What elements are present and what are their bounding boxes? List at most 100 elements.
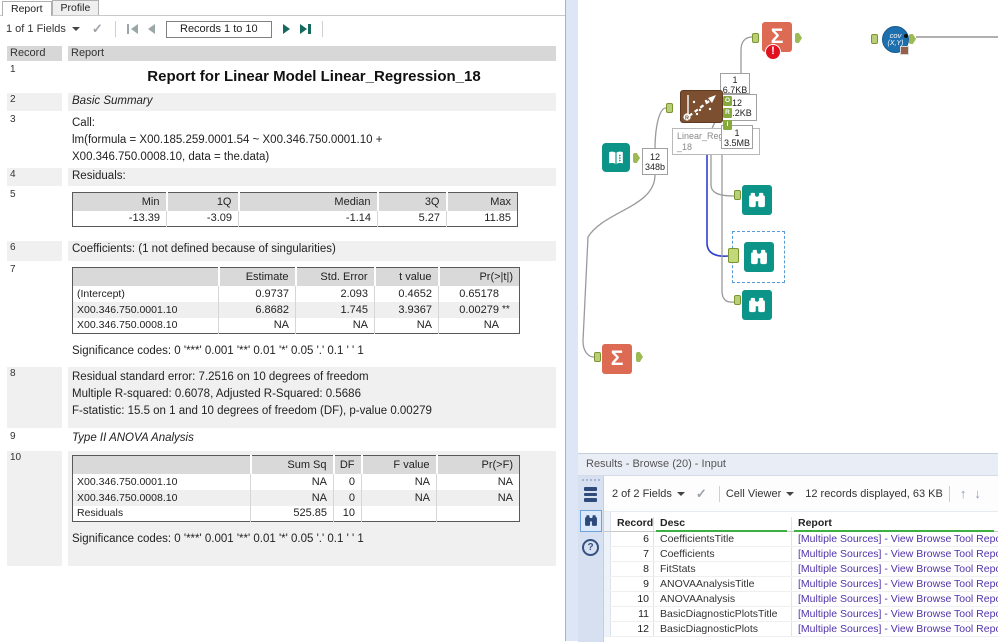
record-number: 3: [7, 113, 62, 166]
tab-report[interactable]: Report: [2, 1, 52, 16]
cov-input-anchor[interactable]: [871, 34, 878, 44]
apply-check-icon[interactable]: ✓: [92, 21, 103, 37]
summarize-bottom-input-anchor[interactable]: [594, 352, 601, 362]
wire-input-to-regression[interactable]: [655, 108, 666, 150]
input-data-tool[interactable]: [602, 143, 630, 172]
desc-cell: BasicDiagnosticPlotsTitle: [654, 607, 792, 621]
residuals-table: Min 1Q Median 3Q Max -13.39 -3.09 -1.14 …: [72, 192, 518, 227]
drag-handle-icon[interactable]: [582, 479, 600, 481]
records-range-box[interactable]: Records 1 to 10: [166, 21, 272, 38]
records-info: 12 records displayed, 63 KB: [805, 488, 943, 500]
row-gutter[interactable]: [604, 622, 611, 636]
desc-cell: BasicDiagnosticPlots: [654, 622, 792, 636]
report-link[interactable]: [Multiple Sources] - View Browse Tool Re…: [792, 562, 998, 576]
desc-column-header[interactable]: Desc: [654, 517, 792, 531]
tab-profile[interactable]: Profile: [52, 0, 100, 15]
report-link[interactable]: [Multiple Sources] - View Browse Tool Re…: [792, 547, 998, 561]
table-row[interactable]: 9 ANOVAAnalysisTitle [Multiple Sources] …: [604, 577, 998, 592]
panel-splitter[interactable]: [565, 0, 578, 641]
fields-selector[interactable]: 2 of 2 Fields: [612, 488, 672, 500]
summarize-tool-bottom[interactable]: Σ: [602, 344, 632, 374]
fit-statistics-block: Residual standard error: 7.2516 on 10 de…: [68, 367, 556, 428]
svg-text:R: R: [685, 115, 689, 121]
browse-tool-1[interactable]: [742, 185, 772, 215]
regression-output-anchor-i[interactable]: I: [723, 120, 732, 130]
regression-output-anchor-r[interactable]: R: [723, 108, 732, 118]
chevron-down-icon[interactable]: [677, 492, 685, 496]
record-number: 1: [7, 63, 62, 91]
report-link[interactable]: [Multiple Sources] - View Browse Tool Re…: [792, 592, 998, 606]
next-record-button[interactable]: [283, 24, 290, 34]
browse-1-input-anchor[interactable]: [734, 190, 741, 200]
desc-cell: FitStats: [654, 562, 792, 576]
table-row[interactable]: 11 BasicDiagnosticPlotsTitle [Multiple S…: [604, 607, 998, 622]
row-gutter[interactable]: [604, 562, 611, 576]
separator: [322, 21, 323, 37]
record-column-header[interactable]: Record: [611, 517, 654, 531]
chevron-down-icon[interactable]: [786, 492, 794, 496]
error-badge-icon[interactable]: !: [765, 44, 781, 60]
cell-viewer-selector[interactable]: Cell Viewer: [726, 488, 781, 500]
report-link[interactable]: [Multiple Sources] - View Browse Tool Re…: [792, 607, 998, 621]
move-down-icon[interactable]: ↓: [974, 486, 981, 501]
last-record-button[interactable]: [300, 24, 311, 34]
report-tabbar: Report Profile: [0, 0, 565, 16]
coefficients-row: (Intercept) 0.9737 2.093 0.4652 0.65178: [73, 286, 520, 302]
report-link[interactable]: [Multiple Sources] - View Browse Tool Re…: [792, 532, 998, 546]
coefficients-table-cell: Estimate Std. Error t value Pr(>|t|) (In…: [68, 263, 556, 365]
report-link[interactable]: [Multiple Sources] - View Browse Tool Re…: [792, 622, 998, 636]
report-column-header[interactable]: Report: [792, 517, 998, 531]
fields-selector[interactable]: 1 of 1 Fields: [6, 23, 66, 35]
apply-check-icon[interactable]: ✓: [696, 486, 707, 502]
record-count-badge-o[interactable]: 16.7KB: [720, 73, 750, 94]
regression-input-anchor[interactable]: [666, 103, 673, 113]
wire-to-summarize-bottom[interactable]: [583, 175, 655, 357]
row-gutter[interactable]: [604, 592, 611, 606]
table-row[interactable]: 12 BasicDiagnosticPlots [Multiple Source…: [604, 622, 998, 637]
desc-cell: ANOVAAnalysis: [654, 592, 792, 606]
browse-tool-3[interactable]: [742, 290, 772, 320]
report-grid-header: Record Report: [0, 46, 565, 61]
record-row-1: 1 Report for Linear Model Linear_Regress…: [0, 63, 565, 91]
table-row[interactable]: 8 FitStats [Multiple Sources] - View Bro…: [604, 562, 998, 577]
table-row[interactable]: 6 CoefficientsTitle [Multiple Sources] -…: [604, 532, 998, 547]
binoculars-icon: [746, 295, 768, 315]
table-view-icon[interactable]: [584, 487, 597, 502]
coefficients-table: Estimate Std. Error t value Pr(>|t|) (In…: [72, 267, 520, 334]
browse-3-input-anchor[interactable]: [734, 295, 741, 305]
report-column-header: Report: [68, 46, 556, 61]
record-row-3: 3 Call: lm(formula = X00.185.259.0001.54…: [0, 113, 565, 166]
browse-view-selected[interactable]: [580, 510, 602, 532]
report-link[interactable]: [Multiple Sources] - View Browse Tool Re…: [792, 577, 998, 591]
record-number: 10: [7, 451, 62, 566]
browse-2-input-anchor[interactable]: [728, 248, 739, 263]
row-gutter[interactable]: [604, 547, 611, 561]
regression-output-anchor-o[interactable]: O: [723, 96, 732, 106]
summarize-top-input-anchor[interactable]: [752, 33, 759, 43]
results-grid-area: 2 of 2 Fields ✓ Cell Viewer 12 records d…: [604, 476, 998, 642]
cov-dot-icon: [904, 34, 908, 38]
record-count-badge-input[interactable]: 12348b: [642, 148, 668, 175]
table-row[interactable]: 7 Coefficients [Multiple Sources] - View…: [604, 547, 998, 562]
record-number: 11: [611, 607, 654, 621]
open-book-icon: [606, 148, 626, 168]
record-row-2: 2 Basic Summary: [0, 93, 565, 111]
previous-record-button[interactable]: [148, 24, 155, 34]
residuals-heading: Residuals:: [68, 168, 556, 186]
results-rows: 6 CoefficientsTitle [Multiple Sources] -…: [604, 532, 998, 637]
record-row-6: 6 Coefficients: (1 not defined because o…: [0, 241, 565, 261]
table-row[interactable]: 10 ANOVAAnalysis [Multiple Sources] - Vi…: [604, 592, 998, 607]
move-up-icon[interactable]: ↑: [960, 486, 967, 501]
desc-cell: CoefficientsTitle: [654, 532, 792, 546]
browse-tool-2-selected[interactable]: [744, 242, 774, 272]
row-gutter[interactable]: [604, 577, 611, 591]
linear-regression-tool[interactable]: R: [680, 90, 723, 123]
significance-codes: Significance codes: 0 '***' 0.001 '**' 0…: [72, 344, 556, 359]
results-toolbar: 2 of 2 Fields ✓ Cell Viewer 12 records d…: [604, 476, 998, 512]
row-gutter[interactable]: [604, 607, 611, 621]
chevron-down-icon[interactable]: [72, 27, 80, 31]
help-icon[interactable]: ?: [582, 539, 599, 556]
workflow-canvas[interactable]: Linear_Reg _18 16.7KB 1271.2KB 13.5MB 12…: [578, 0, 998, 453]
row-gutter[interactable]: [604, 532, 611, 546]
first-record-button[interactable]: [127, 24, 138, 34]
